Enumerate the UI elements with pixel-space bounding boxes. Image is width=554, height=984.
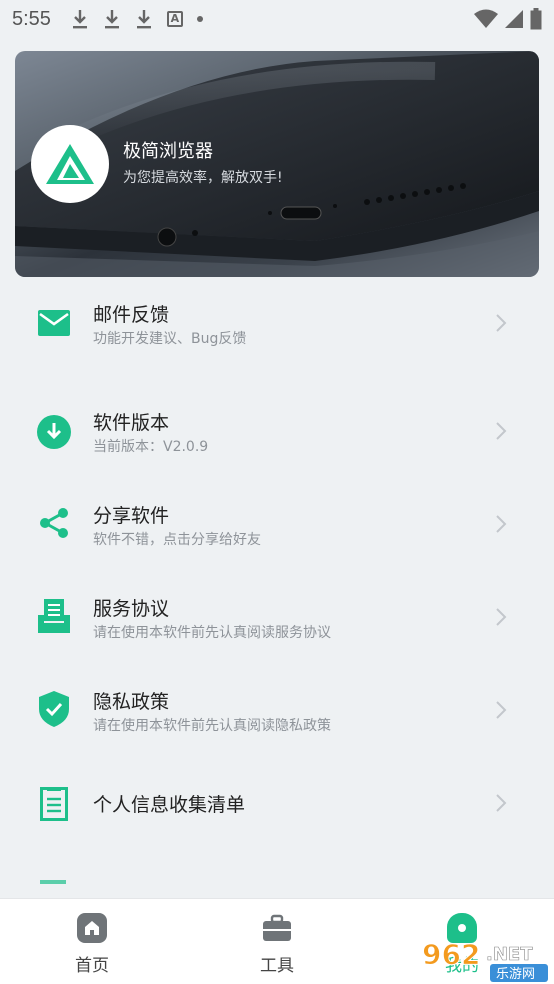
menu-item-title: 软件版本 [93, 412, 170, 434]
status-bar: 5:55 A [0, 0, 554, 38]
menu-item-privacy-policy[interactable]: 隐私政策 请在使用本软件前先认真阅读隐私政策 [0, 663, 554, 753]
mail-icon [36, 305, 72, 341]
chevron-right-icon [496, 422, 507, 440]
status-time: 5:55 [12, 7, 51, 30]
menu-item-service-agreement[interactable]: 服务协议 请在使用本软件前先认真阅读服务协议 [0, 570, 554, 660]
menu-item-subtitle: 请在使用本软件前先认真阅读服务协议 [93, 625, 331, 641]
svg-text:.NET: .NET [486, 944, 533, 965]
home-icon [77, 913, 107, 943]
nav-label: 首页 [75, 956, 109, 976]
menu-item-mail-feedback[interactable]: 邮件反馈 功能开发建议、Bug反馈 [0, 277, 554, 367]
dot-icon [196, 16, 203, 22]
menu-item-subtitle: 功能开发建议、Bug反馈 [93, 331, 247, 347]
a-icon: A [166, 11, 183, 27]
nav-item-tools[interactable]: 工具 [227, 913, 327, 976]
svg-text:962: 962 [422, 938, 480, 971]
battery-icon [530, 8, 542, 30]
download-icon [71, 8, 89, 30]
app-logo [31, 125, 109, 203]
site-watermark: 962 .NET 乐游网 [420, 934, 550, 982]
header-banner: 极简浏览器 为您提高效率，解放双手! [15, 51, 539, 277]
watermark-logo: 962 .NET 乐游网 [422, 938, 548, 982]
menu-item-title: 分享软件 [93, 505, 170, 527]
toolbox-icon [262, 913, 292, 943]
menu-item-personal-info-list[interactable]: 个人信息收集清单 [0, 756, 554, 846]
shield-check-icon [36, 691, 72, 727]
menu-item-title: 个人信息收集清单 [93, 794, 246, 816]
menu-item-subtitle: 当前版本：V2.0.9 [93, 439, 209, 455]
download-circle-icon [36, 414, 72, 450]
svg-text:乐游网: 乐游网 [496, 967, 535, 982]
next-item-icon-peek [40, 880, 66, 884]
menu-item-title: 服务协议 [93, 598, 170, 620]
triangle-logo-icon [46, 144, 94, 184]
menu-item-subtitle: 请在使用本软件前先认真阅读隐私政策 [93, 718, 331, 734]
chevron-right-icon [496, 701, 507, 719]
download-icon [103, 8, 121, 30]
nav-item-home[interactable]: 首页 [42, 913, 142, 976]
menu-item-version[interactable]: 软件版本 当前版本：V2.0.9 [0, 384, 554, 474]
list-doc-icon [36, 786, 72, 822]
download-icon [135, 8, 153, 30]
chevron-right-icon [496, 608, 507, 626]
menu-item-title: 邮件反馈 [93, 304, 170, 326]
chevron-right-icon [496, 794, 507, 812]
app-name: 极简浏览器 [123, 141, 213, 162]
agreement-icon [36, 598, 72, 634]
menu-item-share[interactable]: 分享软件 软件不错，点击分享给好友 [0, 477, 554, 567]
menu-item-subtitle: 软件不错，点击分享给好友 [93, 532, 261, 548]
chevron-right-icon [496, 515, 507, 533]
app-slogan: 为您提高效率，解放双手! [123, 170, 283, 186]
chevron-right-icon [496, 314, 507, 332]
wifi-icon [474, 9, 498, 28]
menu-item-title: 隐私政策 [93, 691, 170, 713]
nav-label: 工具 [260, 956, 294, 976]
signal-icon [505, 10, 523, 28]
share-icon [36, 505, 72, 541]
